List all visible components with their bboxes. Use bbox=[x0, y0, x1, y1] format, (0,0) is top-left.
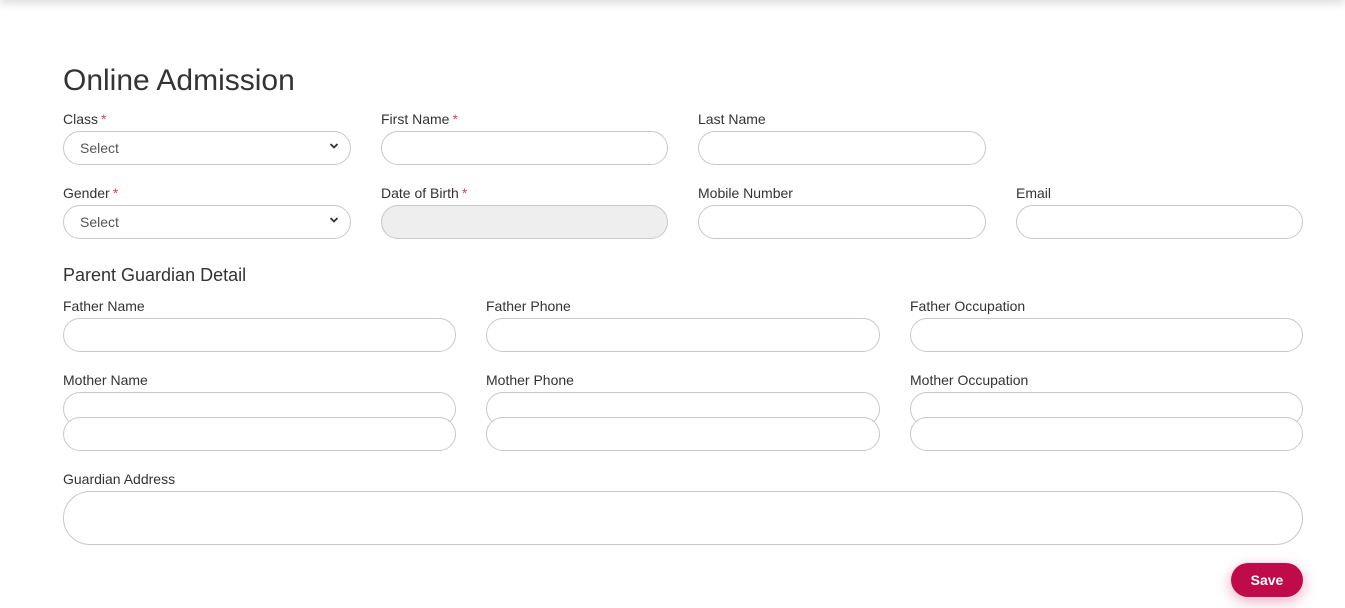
guardian-address-input[interactable] bbox=[63, 491, 1303, 545]
section-title: Parent Guardian Detail bbox=[63, 265, 247, 285]
class-label-text: Class bbox=[63, 111, 99, 127]
mobile-input[interactable] bbox=[698, 205, 986, 239]
father-occupation-input[interactable] bbox=[910, 318, 1303, 352]
required-marker: * bbox=[461, 185, 468, 201]
mother-name-label: Mother Name bbox=[63, 372, 148, 388]
first-name-field: First Name * bbox=[381, 111, 668, 165]
class-select[interactable]: Select bbox=[63, 131, 351, 165]
page-title: Online Admission bbox=[63, 64, 295, 97]
father-occupation-field: Father Occupation bbox=[910, 298, 1303, 352]
gender-select[interactable]: Select bbox=[63, 205, 351, 239]
dob-input[interactable] bbox=[381, 205, 668, 239]
first-name-label-text: First Name bbox=[381, 111, 450, 127]
father-phone-label: Father Phone bbox=[486, 298, 571, 314]
mother-name-field: Mother Name bbox=[63, 372, 456, 451]
mobile-label: Mobile Number bbox=[698, 185, 793, 201]
mother-occupation-field: Mother Occupation bbox=[910, 372, 1303, 451]
dob-field: Date of Birth * bbox=[381, 185, 668, 239]
mother-name-input[interactable] bbox=[63, 417, 456, 451]
email-field: Email bbox=[1016, 185, 1303, 239]
mother-phone-field: Mother Phone bbox=[486, 372, 880, 451]
required-marker: * bbox=[452, 111, 458, 127]
class-label: Class * bbox=[63, 111, 351, 131]
save-button[interactable]: Save bbox=[1231, 563, 1303, 597]
last-name-label: Last Name bbox=[698, 111, 766, 127]
father-phone-input[interactable] bbox=[486, 318, 880, 352]
father-name-label: Father Name bbox=[63, 298, 145, 314]
dob-label: Date of Birth * bbox=[381, 185, 668, 205]
required-marker: * bbox=[101, 111, 107, 127]
mother-occupation-input[interactable] bbox=[910, 417, 1303, 451]
gender-field: Gender * Select bbox=[63, 185, 351, 239]
mother-occupation-label: Mother Occupation bbox=[910, 372, 1029, 388]
email-label: Email bbox=[1016, 185, 1052, 201]
gender-label-text: Gender bbox=[63, 185, 110, 201]
class-field: Class * Select bbox=[63, 111, 351, 165]
dob-label-text: Date of Birth bbox=[381, 185, 459, 201]
father-phone-field: Father Phone bbox=[486, 298, 880, 352]
guardian-address-field: Guardian Address bbox=[63, 471, 1303, 545]
father-name-input[interactable] bbox=[63, 318, 456, 352]
father-name-field: Father Name bbox=[63, 298, 456, 352]
last-name-field: Last Name bbox=[698, 111, 986, 165]
last-name-input[interactable] bbox=[698, 131, 986, 165]
email-input[interactable] bbox=[1016, 205, 1303, 239]
mobile-field: Mobile Number bbox=[698, 185, 986, 239]
required-marker: * bbox=[112, 185, 119, 201]
father-occupation-label: Father Occupation bbox=[910, 298, 1026, 314]
first-name-input[interactable] bbox=[381, 131, 668, 165]
gender-label: Gender * bbox=[63, 185, 351, 205]
mother-phone-label: Mother Phone bbox=[486, 372, 574, 388]
mother-phone-input[interactable] bbox=[486, 417, 880, 451]
first-name-label: First Name * bbox=[381, 111, 668, 131]
guardian-address-label: Guardian Address bbox=[63, 471, 176, 487]
